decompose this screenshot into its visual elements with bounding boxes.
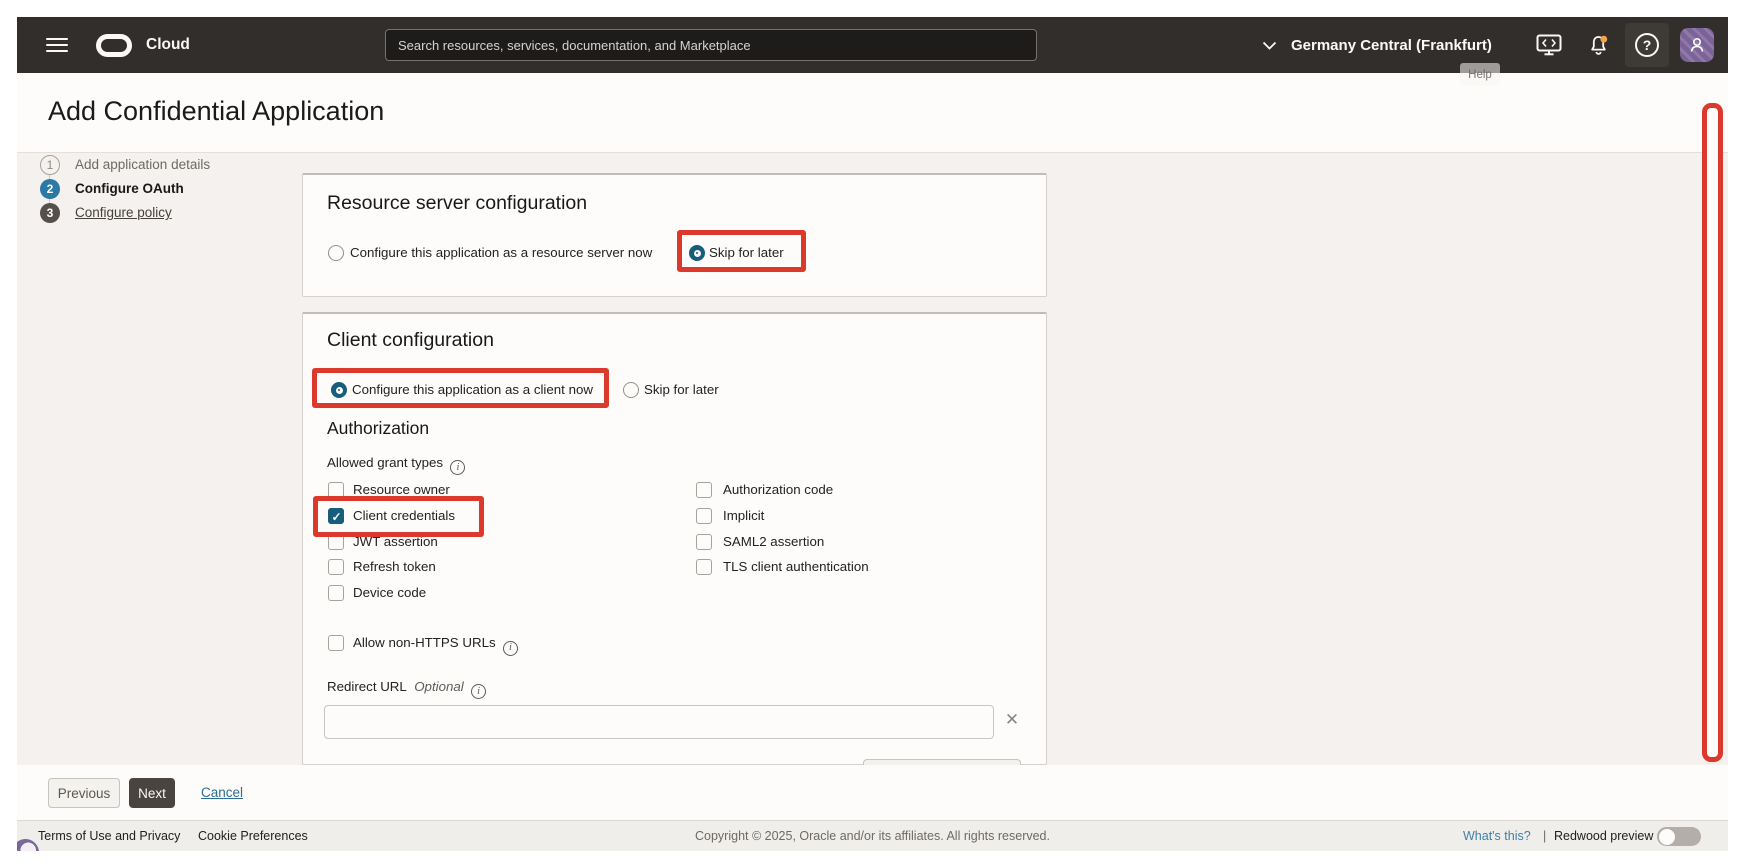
checkbox-jwt-assertion-label[interactable]: JWT assertion — [353, 533, 438, 551]
checkbox-jwt-assertion[interactable] — [328, 534, 344, 550]
radio-client-now[interactable] — [331, 382, 347, 398]
help-button[interactable]: ? — [1625, 23, 1669, 67]
checkbox-device-code[interactable] — [328, 585, 344, 601]
help-question-icon: ? — [1635, 33, 1659, 57]
chevron-down-icon — [1262, 41, 1277, 50]
footer-separator: | — [1543, 821, 1546, 851]
checkbox-device-code-label[interactable]: Device code — [353, 584, 426, 602]
checkbox-allow-non-https-label[interactable]: Allow non-HTTPS URLs i — [353, 634, 518, 652]
step-1-circle: 1 — [40, 155, 60, 175]
person-icon — [1687, 35, 1707, 55]
step-1-label: Add application details — [75, 155, 210, 175]
redirect-url-input[interactable] — [324, 705, 994, 739]
checkbox-authorization-code-label[interactable]: Authorization code — [723, 481, 833, 499]
terms-link[interactable]: Terms of Use and Privacy — [38, 821, 180, 851]
brand-label: Cloud — [146, 17, 190, 73]
checkbox-client-credentials[interactable] — [328, 508, 344, 524]
radio-resource-server-now[interactable] — [328, 245, 344, 261]
toggle-knob — [1659, 829, 1675, 845]
info-icon[interactable]: i — [503, 641, 518, 656]
clear-input-icon[interactable]: ✕ — [1002, 710, 1022, 730]
checkbox-resource-owner[interactable] — [328, 482, 344, 498]
user-avatar[interactable] — [1680, 28, 1714, 62]
checkbox-authorization-code[interactable] — [696, 482, 712, 498]
checkbox-allow-non-https[interactable] — [328, 635, 344, 651]
info-icon[interactable]: i — [450, 460, 465, 475]
search-input[interactable] — [385, 29, 1037, 61]
help-tooltip: Help — [1460, 63, 1500, 86]
resource-server-title: Resource server configuration — [327, 192, 587, 215]
region-label: Germany Central (Frankfurt) — [1291, 37, 1492, 54]
cancel-link[interactable]: Cancel — [201, 785, 243, 800]
allowed-grant-types-label: Allowed grant types i — [327, 455, 465, 475]
whats-this-link[interactable]: What's this? — [1463, 821, 1531, 851]
notifications-bell-icon[interactable] — [1583, 17, 1615, 73]
checkbox-resource-owner-label[interactable]: Resource owner — [353, 481, 450, 499]
previous-button[interactable]: Previous — [48, 778, 120, 808]
oracle-logo-icon — [96, 34, 132, 57]
radio-client-now-label[interactable]: Configure this application as a client n… — [352, 381, 593, 399]
info-icon[interactable]: i — [471, 684, 486, 699]
redirect-url-label: Redirect URL Optional i — [327, 679, 486, 699]
redwood-preview-toggle[interactable] — [1657, 827, 1701, 846]
cookie-preferences-link[interactable]: Cookie Preferences — [198, 821, 308, 851]
step-3-link[interactable]: Configure policy — [75, 203, 172, 223]
radio-client-skip-for-later-label[interactable]: Skip for later — [644, 381, 719, 399]
checkbox-implicit-label[interactable]: Implicit — [723, 507, 764, 525]
step-3-circle: 3 — [40, 203, 60, 223]
checkbox-tls-client-auth-label[interactable]: TLS client authentication — [723, 558, 869, 576]
next-button[interactable]: Next — [129, 778, 175, 808]
radio-resource-skip-for-later-label[interactable]: Skip for later — [709, 244, 784, 262]
redwood-preview-label: Redwood preview — [1554, 821, 1653, 851]
console-footer: Copyright © 2025, Oracle and/or its affi… — [17, 820, 1728, 851]
radio-client-skip-for-later[interactable] — [623, 382, 639, 398]
region-selector[interactable]: Germany Central (Frankfurt) — [1262, 17, 1492, 73]
checkbox-tls-client-auth[interactable] — [696, 559, 712, 575]
wizard-action-bar: Previous Next Cancel — [17, 765, 1728, 820]
cloud-shell-icon[interactable] — [1533, 17, 1565, 73]
step-2-label: Configure OAuth — [75, 179, 184, 199]
resource-server-card: Resource server configuration Configure … — [302, 173, 1047, 297]
checkbox-refresh-token-label[interactable]: Refresh token — [353, 558, 436, 576]
client-configuration-title: Client configuration — [327, 329, 494, 352]
radio-resource-server-now-label[interactable]: Configure this application as a resource… — [350, 244, 652, 262]
page-title: Add Confidential Application — [48, 96, 384, 127]
checkbox-implicit[interactable] — [696, 508, 712, 524]
hamburger-menu-icon[interactable] — [46, 38, 68, 53]
checkbox-refresh-token[interactable] — [328, 559, 344, 575]
client-configuration-card: Client configuration Configure this appl… — [302, 312, 1047, 765]
browser-viewport: Cloud Germany Central (Frankfurt) ? Help… — [17, 17, 1728, 851]
checkbox-saml2-assertion[interactable] — [696, 534, 712, 550]
radio-resource-skip-for-later[interactable] — [689, 245, 705, 261]
checkbox-saml2-assertion-label[interactable]: SAML2 assertion — [723, 533, 824, 551]
checkbox-client-credentials-label[interactable]: Client credentials — [353, 507, 455, 525]
authorization-title: Authorization — [327, 418, 429, 439]
step-2-circle: 2 — [40, 179, 60, 199]
